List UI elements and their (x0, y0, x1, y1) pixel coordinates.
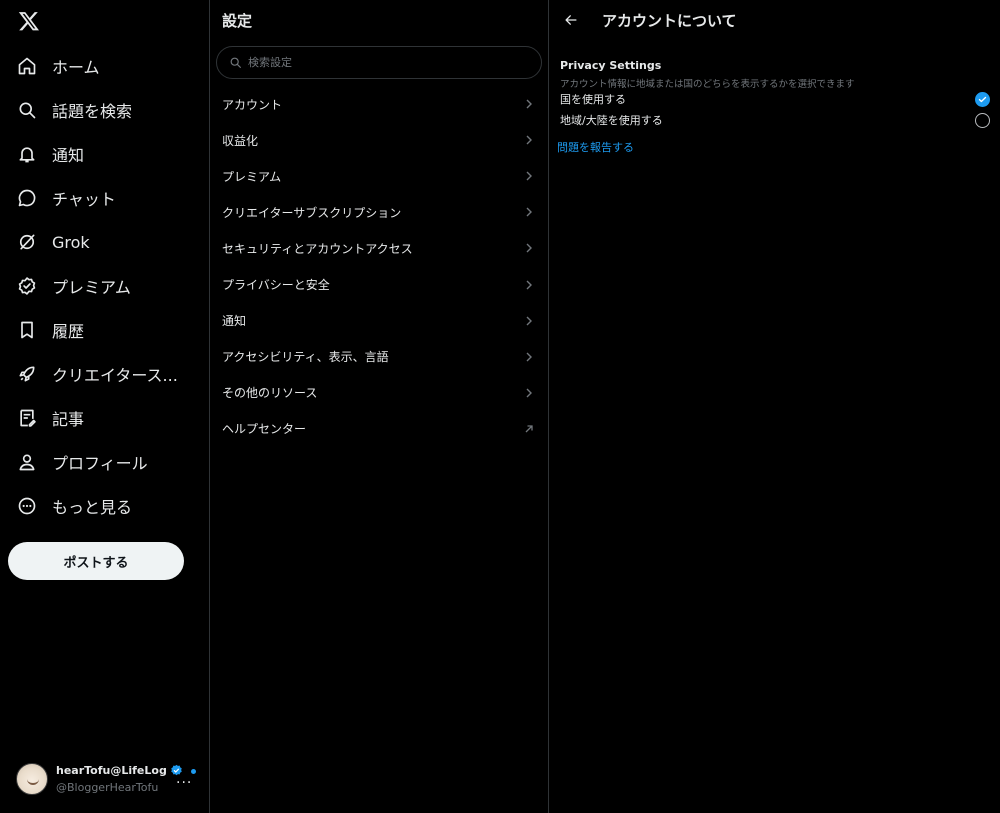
grok-icon (16, 231, 38, 253)
settings-item-label: プレミアム (222, 169, 282, 184)
chevron-right-icon (526, 207, 532, 217)
bell-icon (16, 143, 38, 165)
radio-unchecked-icon[interactable] (975, 112, 990, 128)
nav-list: ホーム 話題を検索 通知 チャット Grok プレミアム 履歴 クリエイタース.… (0, 44, 210, 528)
settings-item-creator-subscriptions[interactable]: クリエイターサブスクリプション (210, 194, 548, 230)
nav-item-grok[interactable]: Grok (0, 220, 210, 264)
settings-item-label: アカウント (222, 97, 283, 112)
option-use-region[interactable]: 地域/大陸を使用する (560, 110, 990, 130)
settings-item-privacy[interactable]: プライバシーと安全 (210, 266, 548, 302)
settings-item-security[interactable]: セキュリティとアカウントアクセス (210, 230, 548, 266)
settings-title: 設定 (222, 12, 253, 30)
chevron-right-icon (526, 280, 532, 290)
external-link-icon (525, 425, 533, 433)
settings-item-monetization[interactable]: 収益化 (210, 122, 548, 158)
settings-item-label: 収益化 (222, 133, 259, 148)
chevron-right-icon (526, 352, 532, 362)
nav-label: 通知 (52, 146, 85, 165)
back-arrow-icon[interactable] (561, 10, 581, 30)
settings-item-account[interactable]: アカウント (210, 86, 548, 122)
nav-label: ホーム (52, 58, 100, 77)
nav-label: プロフィール (52, 454, 148, 473)
nav-item-creator-studio[interactable]: クリエイタース... (0, 352, 210, 396)
settings-item-help-center[interactable]: ヘルプセンター (210, 411, 548, 447)
account-name: hearTofu@LifeLog (56, 764, 167, 777)
option-label: 国を使用する (560, 93, 626, 106)
option-use-country[interactable]: 国を使用する (560, 89, 990, 109)
nav-label: 記事 (52, 410, 85, 429)
article-icon (16, 407, 38, 429)
post-button[interactable]: ポストする (8, 542, 184, 580)
nav-item-notifications[interactable]: 通知 (0, 132, 210, 176)
account-text: hearTofu@LifeLog @BloggerHearTofu (56, 762, 183, 796)
nav-label: 履歴 (52, 322, 85, 341)
x-logo-icon[interactable] (14, 6, 44, 36)
verified-icon (16, 275, 38, 297)
section-title: Privacy Settings (560, 59, 662, 72)
nav-label: チャット (52, 190, 116, 209)
settings-search[interactable] (216, 46, 542, 79)
home-icon (16, 55, 38, 77)
search-icon (230, 57, 241, 68)
nav-label: クリエイタース... (52, 366, 178, 385)
nav-label: Grok (52, 232, 90, 252)
notification-dot (191, 769, 196, 774)
settings-item-label: セキュリティとアカウントアクセス (222, 241, 413, 256)
section-description: アカウント情報に地域または国のどちらを表示するかを選択できます (560, 79, 855, 90)
chevron-right-icon (526, 171, 532, 181)
chevron-right-icon (526, 316, 532, 326)
settings-item-label: クリエイターサブスクリプション (222, 205, 402, 220)
chat-icon (16, 187, 38, 209)
nav-item-profile[interactable]: プロフィール (0, 440, 210, 484)
settings-item-premium[interactable]: プレミアム (210, 158, 548, 194)
settings-item-label: ヘルプセンター (222, 422, 307, 437)
account-handle: @BloggerHearTofu (56, 781, 159, 794)
radio-checked-icon[interactable] (975, 91, 990, 107)
rocket-icon (16, 363, 38, 385)
account-switcher[interactable]: hearTofu@LifeLog @BloggerHearTofu ... (12, 756, 204, 802)
nav-item-home[interactable]: ホーム (0, 44, 210, 88)
account-name-row: hearTofu@LifeLog (56, 762, 183, 779)
settings-item-label: アクセシビリティ、表示、言語 (222, 350, 389, 365)
detail-column: アカウントについて Privacy Settings アカウント情報に地域または… (549, 0, 1000, 813)
avatar (16, 763, 48, 795)
more-circle-icon (16, 495, 38, 517)
nav-item-bookmarks[interactable]: 履歴 (0, 308, 210, 352)
option-label: 地域/大陸を使用する (560, 114, 663, 127)
chevron-right-icon (526, 99, 532, 109)
left-navigation: ホーム 話題を検索 通知 チャット Grok プレミアム 履歴 クリエイタース.… (0, 0, 210, 813)
page-title: アカウントについて (602, 12, 737, 30)
chevron-right-icon (526, 135, 532, 145)
nav-label: 話題を検索 (52, 102, 133, 121)
nav-label: もっと見る (52, 498, 133, 517)
nav-item-chat[interactable]: チャット (0, 176, 210, 220)
settings-menu: アカウント 収益化 プレミアム クリエイターサブスクリプション セキュリティとア… (210, 86, 548, 447)
person-icon (16, 451, 38, 473)
settings-item-accessibility[interactable]: アクセシビリティ、表示、言語 (210, 339, 548, 375)
nav-item-premium[interactable]: プレミアム (0, 264, 210, 308)
settings-item-label: プライバシーと安全 (222, 278, 330, 293)
nav-item-explore[interactable]: 話題を検索 (0, 88, 210, 132)
chevron-right-icon (526, 243, 532, 253)
settings-item-resources[interactable]: その他のリソース (210, 375, 548, 411)
search-icon (16, 99, 38, 121)
settings-column: 設定 アカウント 収益化 プレミアム クリエイターサブスクリプション セキュリテ… (210, 0, 549, 813)
settings-item-label: 通知 (222, 314, 247, 329)
nav-item-articles[interactable]: 記事 (0, 396, 210, 440)
nav-label: プレミアム (52, 278, 131, 297)
settings-item-label: その他のリソース (222, 386, 318, 401)
report-problem-link[interactable]: 問題を報告する (557, 139, 634, 155)
bookmark-icon (16, 319, 38, 341)
nav-item-more[interactable]: もっと見る (0, 484, 210, 528)
chevron-right-icon (526, 388, 532, 398)
search-input[interactable] (248, 56, 518, 69)
settings-item-notifications[interactable]: 通知 (210, 303, 548, 339)
